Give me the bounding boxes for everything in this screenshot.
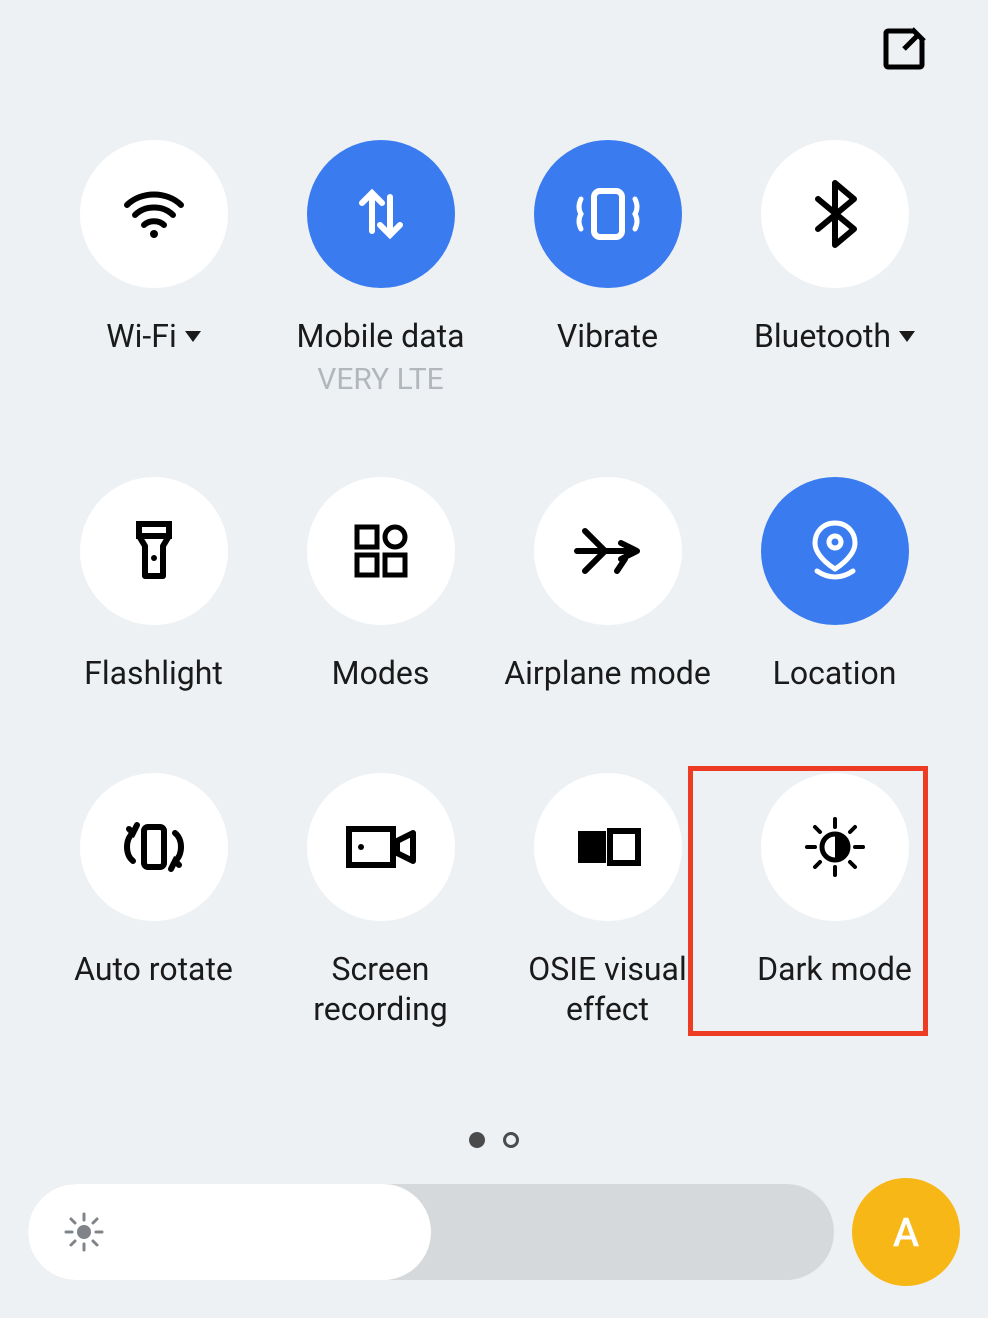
wifi-label-row[interactable]: Wi-Fi (106, 316, 200, 356)
tile-vibrate: Vibrate (494, 140, 721, 397)
tile-dark-mode: Dark mode (721, 773, 948, 1029)
modes-label-row: Modes (332, 653, 430, 693)
modes-icon (349, 519, 413, 583)
tile-modes: Modes (267, 477, 494, 693)
vibrate-label-row: Vibrate (557, 316, 658, 356)
chevron-down-icon (185, 331, 201, 342)
auto-brightness-button[interactable]: A (852, 1178, 960, 1286)
dark-mode-toggle[interactable] (761, 773, 909, 921)
mobile-data-label-row: Mobile data (297, 316, 465, 356)
tile-label: Screen recording (291, 949, 471, 1029)
osie-visual-icon (572, 823, 644, 871)
tile-auto-rotate: Auto rotate (40, 773, 267, 1029)
tile-label: Location (773, 653, 897, 693)
chevron-down-icon (899, 331, 915, 342)
auto-rotate-toggle[interactable] (80, 773, 228, 921)
location-icon (805, 515, 865, 587)
tile-bluetooth: Bluetooth (721, 140, 948, 397)
modes-toggle[interactable] (307, 477, 455, 625)
mobile-data-toggle[interactable] (307, 140, 455, 288)
flashlight-icon (129, 516, 179, 586)
brightness-icon (62, 1210, 106, 1254)
wifi-toggle[interactable] (80, 140, 228, 288)
tile-location: Location (721, 477, 948, 693)
flashlight-label-row: Flashlight (84, 653, 223, 693)
vibrate-icon (569, 179, 647, 249)
screen-recording-toggle[interactable] (307, 773, 455, 921)
tile-airplane-mode: Airplane mode (494, 477, 721, 693)
airplane-icon (571, 519, 645, 583)
tile-label: Flashlight (84, 653, 223, 693)
tile-mobile-data: Mobile data VERY LTE (267, 140, 494, 397)
tile-label: Bluetooth (754, 316, 891, 356)
auto-rotate-label-row: Auto rotate (74, 949, 233, 989)
dark-mode-label-row: Dark mode (757, 949, 912, 989)
tile-osie-visual: OSIE visual effect (494, 773, 721, 1029)
vibrate-toggle[interactable] (534, 140, 682, 288)
mobile-data-icon (346, 179, 416, 249)
tile-label: OSIE visual effect (513, 949, 703, 1029)
edit-button[interactable] (875, 20, 933, 78)
tile-sublabel: VERY LTE (317, 362, 443, 397)
pager-dot-0[interactable] (469, 1132, 485, 1148)
osie-visual-label-row: OSIE visual effect (513, 949, 703, 1029)
screen-recording-label-row: Screen recording (291, 949, 471, 1029)
tile-label: Wi-Fi (106, 316, 176, 356)
quick-settings-grid: Wi-Fi Mobile data VERY LTE (40, 140, 948, 1029)
osie-visual-toggle[interactable] (534, 773, 682, 921)
airplane-mode-label-row: Airplane mode (504, 653, 711, 693)
auto-rotate-icon (115, 815, 193, 879)
airplane-mode-toggle[interactable] (534, 477, 682, 625)
bluetooth-label-row[interactable]: Bluetooth (754, 316, 915, 356)
bluetooth-icon (810, 179, 860, 249)
tile-label: Modes (332, 653, 430, 693)
tile-wifi: Wi-Fi (40, 140, 267, 397)
wifi-icon (119, 179, 189, 249)
tile-label: Auto rotate (74, 949, 233, 989)
pager-dot-1[interactable] (503, 1132, 519, 1148)
brightness-slider[interactable] (28, 1184, 834, 1280)
tile-label: Dark mode (757, 949, 912, 989)
bluetooth-toggle[interactable] (761, 140, 909, 288)
tile-label: Vibrate (557, 316, 658, 356)
tile-screen-recording: Screen recording (267, 773, 494, 1029)
screen-recording-icon (343, 821, 419, 873)
flashlight-toggle[interactable] (80, 477, 228, 625)
tile-label: Airplane mode (504, 653, 711, 693)
location-label-row: Location (773, 653, 897, 693)
dark-mode-icon (801, 813, 869, 881)
tile-flashlight: Flashlight (40, 477, 267, 693)
tile-label: Mobile data (297, 316, 465, 356)
auto-brightness-label: A (893, 1209, 920, 1256)
pager[interactable] (0, 1132, 988, 1148)
edit-icon (880, 25, 928, 73)
location-toggle[interactable] (761, 477, 909, 625)
